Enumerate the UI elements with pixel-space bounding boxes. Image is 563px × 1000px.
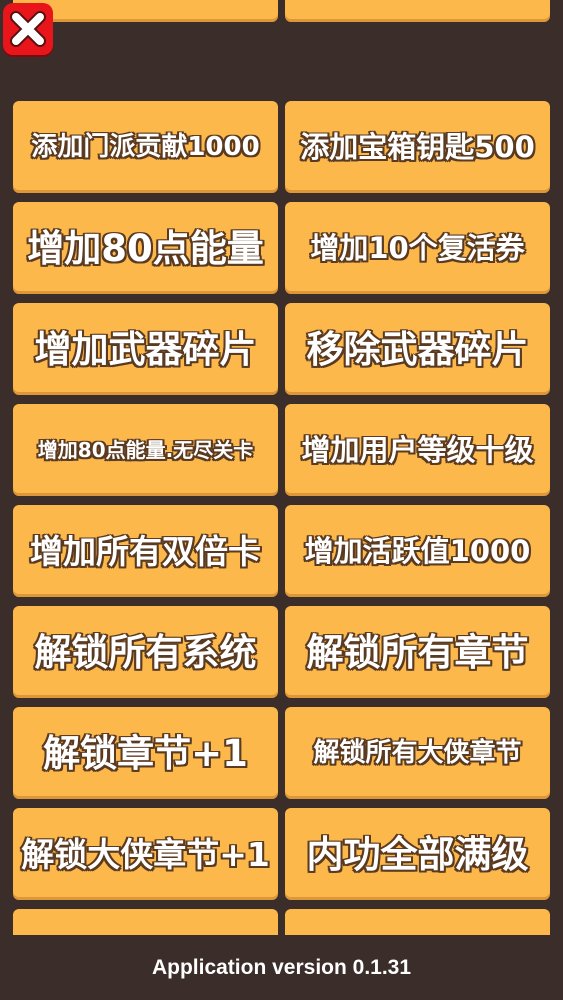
cheat-button[interactable]: 解锁大侠章节+1: [13, 808, 278, 900]
cheat-button[interactable]: 内功全部满级: [285, 808, 550, 900]
cheat-button-label: 添加门派贡献1000: [31, 132, 260, 162]
cheat-button[interactable]: 添加宝箱钥匙500: [285, 101, 550, 193]
close-button[interactable]: [3, 3, 53, 55]
cheat-menu-screen: 添加门派贡献1000 添加宝箱钥匙500 增加80点能量 增加10个复活券 增加…: [0, 0, 563, 1000]
cheat-button-label: 移除武器碎片: [306, 327, 529, 371]
cheat-button[interactable]: 添加门派贡献1000: [13, 101, 278, 193]
version-footer: Application version 0.1.31: [0, 935, 563, 1000]
cheat-button[interactable]: 增加10个复活券: [285, 202, 550, 294]
close-x-icon: [10, 11, 46, 47]
cheat-button[interactable]: 增加武器碎片: [13, 303, 278, 395]
cheat-button-label: 添加宝箱钥匙500: [300, 129, 535, 164]
cheat-button-partial-bottom-left[interactable]: [13, 909, 278, 935]
cheat-button[interactable]: 增加所有双倍卡: [13, 505, 278, 597]
cheat-button-label: 增加活跃值1000: [304, 533, 531, 568]
cheat-button[interactable]: 增加活跃值1000: [285, 505, 550, 597]
cheat-button-label: 解锁所有大侠章节: [313, 738, 522, 768]
cheat-button-label: 增加所有双倍卡: [30, 531, 261, 571]
cheat-button-label: 增加80点能量: [27, 226, 264, 270]
cheat-list[interactable]: 添加门派贡献1000 添加宝箱钥匙500 增加80点能量 增加10个复活券 增加…: [0, 0, 563, 935]
cheat-button-label: 解锁所有章节: [306, 630, 529, 674]
cheat-button[interactable]: 增加用户等级十级: [285, 404, 550, 496]
cheat-button[interactable]: 增加80点能量.无尽关卡: [13, 404, 278, 496]
cheat-button-label: 增加武器碎片: [34, 327, 257, 371]
cheat-button-label: 解锁所有系统: [34, 630, 257, 674]
cheat-button-label: 增加80点能量.无尽关卡: [37, 438, 254, 462]
cheat-button-partial-top-right[interactable]: [285, 0, 550, 22]
cheat-button-label: 增加用户等级十级: [301, 432, 534, 467]
cheat-button-label: 内功全部满级: [306, 832, 529, 876]
cheat-button-label: 解锁章节+1: [43, 731, 248, 775]
app-version-text: Application version 0.1.31: [151, 955, 412, 979]
cheat-button[interactable]: 解锁章节+1: [13, 707, 278, 799]
cheat-button[interactable]: 解锁所有大侠章节: [285, 707, 550, 799]
cheat-button-label: 解锁大侠章节+1: [21, 834, 270, 874]
cheat-button[interactable]: 解锁所有系统: [13, 606, 278, 698]
cheat-button-label: 增加10个复活券: [310, 230, 525, 265]
cheat-button-partial-bottom-right[interactable]: [285, 909, 550, 935]
cheat-button[interactable]: 移除武器碎片: [285, 303, 550, 395]
cheat-button[interactable]: 解锁所有章节: [285, 606, 550, 698]
cheat-button[interactable]: 增加80点能量: [13, 202, 278, 294]
